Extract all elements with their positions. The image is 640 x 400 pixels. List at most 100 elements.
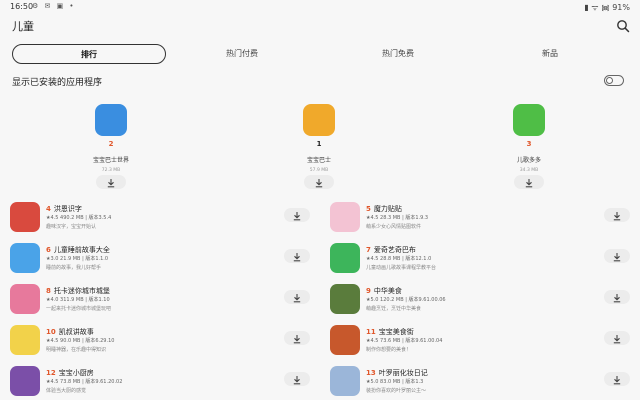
app-meta: ★4.5 28.3 MB | 版本1.9.3: [366, 215, 429, 221]
download-icon: [525, 173, 533, 192]
app-meta: ★4.0 311.9 MB | 版本1.10: [46, 297, 110, 303]
app-name: 爱奇艺奇巴布: [373, 246, 416, 254]
download-button[interactable]: [604, 372, 630, 386]
download-icon: [293, 329, 301, 348]
app-icon: [330, 284, 360, 314]
app-description: 趣味汉字，宝宝开始认: [46, 224, 97, 230]
download-button[interactable]: [304, 175, 334, 189]
category-tabs: 排行 热门付费 热门免费 新品: [0, 44, 640, 64]
app-title: 12 宝宝小厨房: [46, 368, 94, 378]
app-name: 洪恩识字: [53, 205, 82, 213]
download-button[interactable]: [284, 208, 310, 222]
download-button[interactable]: [604, 249, 630, 263]
list-item[interactable]: 5 魔力贴贴 ★4.5 28.3 MB | 版本1.9.3 萌系少女心风情贴图软件: [330, 200, 630, 240]
app-icon: [330, 243, 360, 273]
tab-new[interactable]: 新品: [510, 44, 590, 64]
toggle-knob: [606, 77, 613, 84]
app-meta: ★5.0 83.0 MB | 版本1.3: [366, 379, 424, 385]
app-name: 托卡迷你城市城堡: [53, 287, 110, 295]
notification-icons: ⚙ ✉ ▣ •: [32, 2, 76, 10]
app-title: 7 爱奇艺奇巴布: [366, 245, 416, 255]
status-bar: 16:50 ⚙ ✉ ▣ • ▮ ᯤ ᯼ 91%: [0, 0, 640, 14]
podium-item-2[interactable]: 2 宝宝巴士世界 72.3 MB: [66, 100, 156, 192]
app-icon-baby-bus-world: [95, 104, 127, 136]
download-button[interactable]: [604, 331, 630, 345]
download-button[interactable]: [96, 175, 126, 189]
app-name: 魔力贴贴: [373, 205, 402, 213]
app-title: 8 托卡迷你城市城堡: [46, 286, 110, 296]
download-button[interactable]: [284, 372, 310, 386]
download-button[interactable]: [604, 290, 630, 304]
download-button[interactable]: [284, 290, 310, 304]
podium-item-1[interactable]: 1 宝宝巴士 57.9 MB: [274, 100, 364, 192]
show-installed-toggle[interactable]: [604, 75, 624, 86]
app-icon-erge-duoduo: [513, 104, 545, 136]
app-rank: 11: [366, 328, 376, 336]
app-description: 制作你想要的美食！: [366, 347, 412, 353]
app-meta: ★4.5 490.2 MB | 版本3.5.4: [46, 215, 112, 221]
download-icon: [293, 370, 301, 389]
download-icon: [613, 247, 621, 266]
app-description: 睡前的故事，我儿好帮手: [46, 265, 102, 271]
list-item[interactable]: 11 宝宝美食街 ★4.5 73.6 MB | 版本9.61.00.04 制作你想要的…: [330, 323, 630, 363]
app-meta: ★4.5 90.0 MB | 版本6.29.10: [46, 338, 115, 344]
podium-app-name: 宝宝巴士世界: [92, 157, 129, 164]
app-rank: 4: [46, 205, 51, 213]
app-meta: ★4.5 73.8 MB | 版本9.61.20.02: [46, 379, 123, 385]
app-title: 9 中华美食: [366, 286, 402, 296]
tab-top-free[interactable]: 热门免费: [350, 44, 446, 64]
podium-item-3[interactable]: 3 儿歌多多 34.3 MB: [484, 100, 574, 192]
app-title: 6 儿童睡前故事大全: [46, 245, 110, 255]
list-item[interactable]: 13 叶罗丽化妆日记 ★5.0 83.0 MB | 版本1.3 装扮你喜欢的叶罗丽公主…: [330, 364, 630, 400]
show-installed-row: 显示已安装的应用程序: [0, 72, 640, 92]
download-button[interactable]: [604, 208, 630, 222]
show-installed-label: 显示已安装的应用程序: [12, 78, 103, 88]
download-button[interactable]: [284, 249, 310, 263]
app-rank: 9: [366, 287, 371, 295]
app-title: 13 叶罗丽化妆日记: [366, 368, 428, 378]
app-description: 装扮你喜欢的叶罗丽公主～: [366, 388, 427, 394]
app-icon: [10, 202, 40, 232]
app-icon-baby-bus: [303, 104, 335, 136]
app-name: 叶罗丽化妆日记: [378, 369, 428, 377]
list-item[interactable]: 7 爱奇艺奇巴布 ★4.5 28.8 MB | 版本12.1.0 儿童动画儿歌故事课程…: [330, 241, 630, 281]
podium-app-name: 儿歌多多: [516, 157, 541, 164]
app-header: 儿童: [0, 14, 640, 40]
download-icon: [293, 288, 301, 307]
app-title: 4 洪恩识字: [46, 204, 82, 214]
page-title: 儿童: [12, 20, 34, 33]
app-rank: 13: [366, 369, 376, 377]
list-item[interactable]: 8 托卡迷你城市城堡 ★4.0 311.9 MB | 版本1.10 一起来托卡迷你城市…: [10, 282, 310, 322]
app-icon: [330, 366, 360, 396]
app-description: 明睡神器，在乐趣中得知识: [46, 347, 107, 353]
download-icon: [613, 206, 621, 225]
download-icon: [293, 206, 301, 225]
list-item[interactable]: 4 洪恩识字 ★4.5 490.2 MB | 版本3.5.4 趣味汉字，宝宝开始认: [10, 200, 310, 240]
tab-ranking[interactable]: 排行: [12, 44, 166, 64]
app-description: 一起来托卡迷你城市城堡玩吧: [46, 306, 112, 312]
tab-top-paid[interactable]: 热门付费: [194, 44, 290, 64]
list-item[interactable]: 9 中华美食 ★5.0 120.2 MB | 版本9.61.00.06 萌趣烹饪，烹饪…: [330, 282, 630, 322]
podium-rank: 1: [316, 140, 322, 148]
app-meta: ★5.0 120.2 MB | 版本9.61.00.06: [366, 297, 446, 303]
app-name: 凯叔讲故事: [58, 328, 94, 336]
list-item[interactable]: 10 凯叔讲故事 ★4.5 90.0 MB | 版本6.29.10 明睡神器，在乐趣中…: [10, 323, 310, 363]
list-item[interactable]: 6 儿童睡前故事大全 ★3.0 21.9 MB | 版本1.1.0 睡前的故事，我儿好…: [10, 241, 310, 281]
app-icon: [10, 243, 40, 273]
download-button[interactable]: [284, 331, 310, 345]
app-description: 萌趣烹饪，烹饪中华美食: [366, 306, 422, 312]
app-rank: 6: [46, 246, 51, 254]
app-icon: [10, 284, 40, 314]
app-rank: 8: [46, 287, 51, 295]
search-icon[interactable]: [616, 18, 630, 33]
app-title: 5 魔力贴贴: [366, 204, 402, 214]
app-name: 儿童睡前故事大全: [53, 246, 110, 254]
app-rank: 5: [366, 205, 371, 213]
download-icon: [293, 247, 301, 266]
app-description: 儿童动画儿歌故事课程早教平台: [366, 265, 437, 271]
list-item[interactable]: 12 宝宝小厨房 ★4.5 73.8 MB | 版本9.61.20.02 体验当大厨的…: [10, 364, 310, 400]
app-title: 10 凯叔讲故事: [46, 327, 94, 337]
podium-rank: 2: [108, 140, 114, 148]
download-button[interactable]: [514, 175, 544, 189]
status-time: 16:50: [10, 2, 34, 11]
